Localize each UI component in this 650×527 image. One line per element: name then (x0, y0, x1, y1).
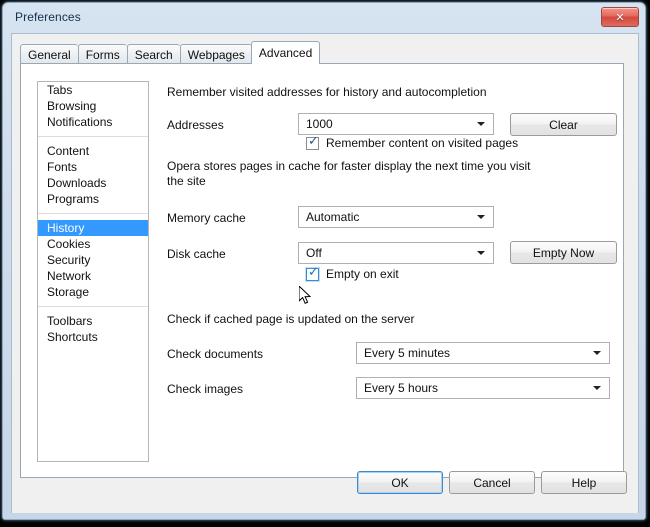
disk-cache-value: Off (306, 246, 322, 260)
check-documents-value: Every 5 minutes (364, 346, 451, 360)
checkbox-box: ✓ (306, 133, 319, 150)
history-description: Remember visited addresses for history a… (167, 85, 487, 99)
chevron-down-icon (593, 386, 601, 390)
check-images-label: Check images (167, 382, 244, 396)
tab-webpages[interactable]: Webpages (179, 44, 252, 64)
dialog-footer: OK Cancel Help (12, 445, 638, 513)
tab-label: Search (134, 47, 173, 62)
window-title: Preferences (15, 10, 81, 24)
remember-content-checkbox[interactable]: ✓ Remember content on visited pages (306, 133, 519, 150)
tab-strip: General Forms Search Webpages Advanced (20, 41, 321, 64)
chevron-down-icon (593, 351, 601, 355)
disk-cache-select[interactable]: Off (298, 242, 494, 264)
help-button[interactable]: Help (541, 471, 627, 494)
addresses-value: 1000 (306, 117, 333, 131)
check-documents-label: Check documents (167, 347, 264, 361)
tab-search[interactable]: Search (126, 44, 180, 64)
empty-now-button[interactable]: Empty Now (510, 241, 617, 264)
preferences-window: Preferences ✕ General Forms Search Webpa… (2, 2, 646, 520)
close-button[interactable]: ✕ (601, 7, 639, 27)
dialog-client-area: General Forms Search Webpages Advanced T… (11, 33, 639, 513)
tab-advanced[interactable]: Advanced (250, 41, 321, 64)
check-icon: ✓ (308, 264, 319, 280)
addresses-label: Addresses (167, 118, 224, 132)
check-documents-select[interactable]: Every 5 minutes (356, 342, 610, 364)
tab-label: General (28, 47, 71, 62)
memory-cache-label: Memory cache (167, 211, 246, 225)
check-images-value: Every 5 hours (364, 381, 439, 395)
title-bar[interactable]: Preferences ✕ (3, 3, 645, 33)
tab-label: Forms (85, 47, 120, 62)
remember-content-label: Remember content on visited pages (326, 136, 519, 150)
memory-cache-value: Automatic (306, 210, 360, 224)
chevron-down-icon (477, 122, 485, 126)
memory-cache-select[interactable]: Automatic (298, 206, 494, 228)
cancel-button[interactable]: Cancel (449, 471, 535, 494)
tab-label: Advanced (258, 46, 313, 60)
check-images-select[interactable]: Every 5 hours (356, 377, 610, 399)
empty-on-exit-label: Empty on exit (326, 267, 399, 281)
chevron-down-icon (477, 251, 485, 255)
addresses-select[interactable]: 1000 (298, 113, 494, 135)
disk-cache-label: Disk cache (167, 247, 226, 261)
tab-forms[interactable]: Forms (77, 44, 127, 64)
server-check-description: Check if cached page is updated on the s… (167, 312, 415, 326)
advanced-tab-page: Tabs Browsing Notifications Content Font… (20, 63, 624, 478)
tab-general[interactable]: General (20, 44, 78, 64)
tab-label: Webpages (187, 47, 245, 62)
chevron-down-icon (477, 215, 485, 219)
empty-on-exit-checkbox[interactable]: ✓ Empty on exit (306, 264, 399, 281)
ok-button[interactable]: OK (357, 471, 443, 494)
checkbox-box: ✓ (306, 264, 319, 281)
close-icon: ✕ (615, 10, 625, 24)
settings-content: Remember visited addresses for history a… (21, 64, 623, 477)
cache-description: Opera stores pages in cache for faster d… (167, 159, 531, 188)
mouse-cursor (299, 286, 312, 304)
clear-button[interactable]: Clear (510, 113, 617, 136)
check-icon: ✓ (308, 133, 319, 149)
